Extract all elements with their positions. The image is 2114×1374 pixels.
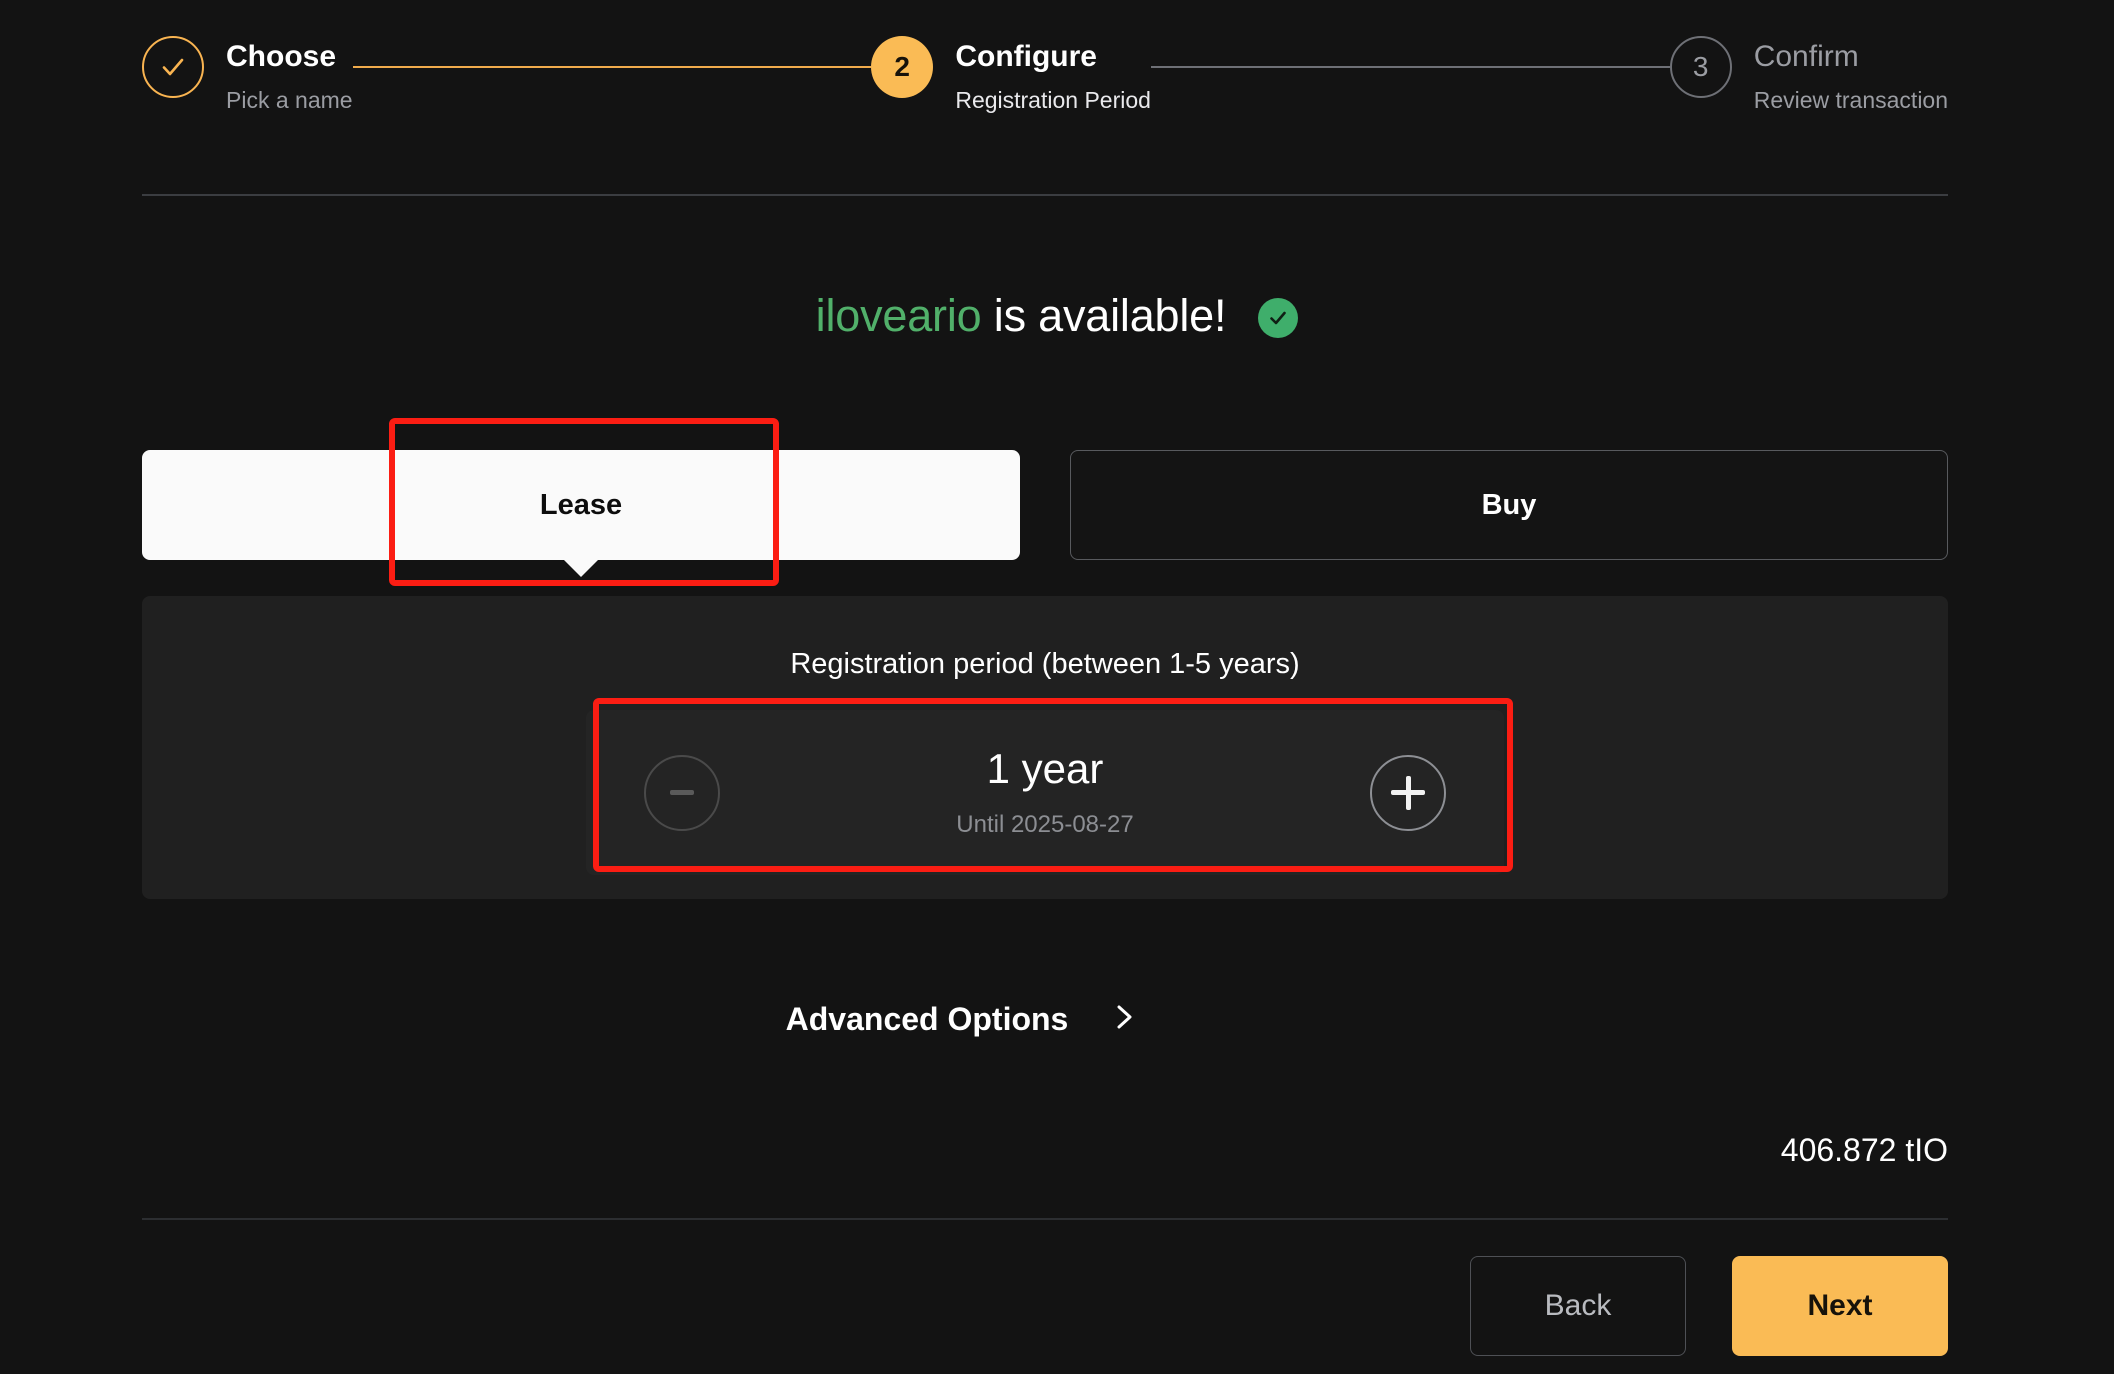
tab-buy-label: Buy (1481, 488, 1537, 521)
tab-lease-label: Lease (539, 488, 623, 521)
footer-divider (142, 1218, 1948, 1220)
availability-status-text: is available! (993, 290, 1227, 341)
availability-text-line: iloveario is available! (816, 290, 1227, 342)
step-confirm[interactable]: 3 Confirm Review transaction (1669, 34, 1948, 114)
step-choose-text: Choose Pick a name (226, 34, 353, 114)
registration-period-until: Until 2025-08-27 (956, 810, 1134, 838)
step-configure-title: Configure (955, 40, 1097, 73)
step-choose-check-circle-icon (142, 36, 204, 98)
connector-configure-confirm (1150, 66, 1670, 68)
wizard-stepper: Choose Pick a name 2 Configure Registrat… (142, 34, 1948, 144)
step-confirm-text: Confirm Review transaction (1754, 34, 1948, 114)
check-circle-icon (1258, 298, 1299, 338)
tab-lease-pointer-icon (562, 558, 600, 577)
registration-period-value: 1 year (986, 745, 1104, 793)
purchase-mode-tabs: Lease Buy (142, 450, 1948, 577)
step-choose[interactable]: Choose Pick a name (142, 34, 353, 114)
total-price: 406.872 tIO (1780, 1132, 1948, 1168)
registration-wizard-page: Choose Pick a name 2 Configure Registrat… (0, 0, 2114, 1374)
step-confirm-title: Confirm (1753, 40, 1859, 73)
step-choose-subtitle: Pick a name (226, 86, 353, 113)
increment-year-button[interactable] (1370, 754, 1446, 831)
step-confirm-subtitle: Review transaction (1753, 86, 1949, 113)
advanced-options-toggle[interactable]: Advanced Options (0, 1000, 2114, 1039)
minus-icon (670, 790, 694, 795)
registration-period-panel: Registration period (between 1-5 years) … (142, 596, 1948, 899)
availability-message: iloveario is available! (0, 290, 2114, 342)
chevron-right-icon (1112, 1000, 1138, 1039)
next-button[interactable]: Next (1732, 1256, 1948, 1356)
tab-lease[interactable]: Lease (142, 450, 1020, 577)
plus-icon (1391, 775, 1425, 810)
step-configure-subtitle: Registration Period (955, 86, 1151, 113)
back-button[interactable]: Back (1470, 1256, 1686, 1356)
registration-period-value-group: 1 year Until 2025-08-27 (720, 746, 1370, 838)
footer-actions: Back Next (1470, 1256, 1948, 1356)
registration-period-label: Registration period (between 1-5 years) (790, 648, 1300, 680)
tab-buy[interactable]: Buy (1070, 450, 1948, 560)
advanced-options-label: Advanced Options (785, 1001, 1069, 1037)
connector-choose-configure (352, 66, 872, 68)
header-divider (142, 194, 1948, 196)
step-configure-number-badge: 2 (871, 36, 934, 98)
step-confirm-number-badge: 3 (1669, 36, 1732, 98)
step-configure-text: Configure Registration Period (955, 34, 1151, 114)
domain-name: iloveario (815, 290, 982, 341)
decrement-year-button[interactable] (644, 754, 720, 831)
step-choose-title: Choose (226, 40, 337, 73)
registration-period-stepper: 1 year Until 2025-08-27 (586, 710, 1504, 875)
step-configure[interactable]: 2 Configure Registration Period (871, 34, 1151, 114)
